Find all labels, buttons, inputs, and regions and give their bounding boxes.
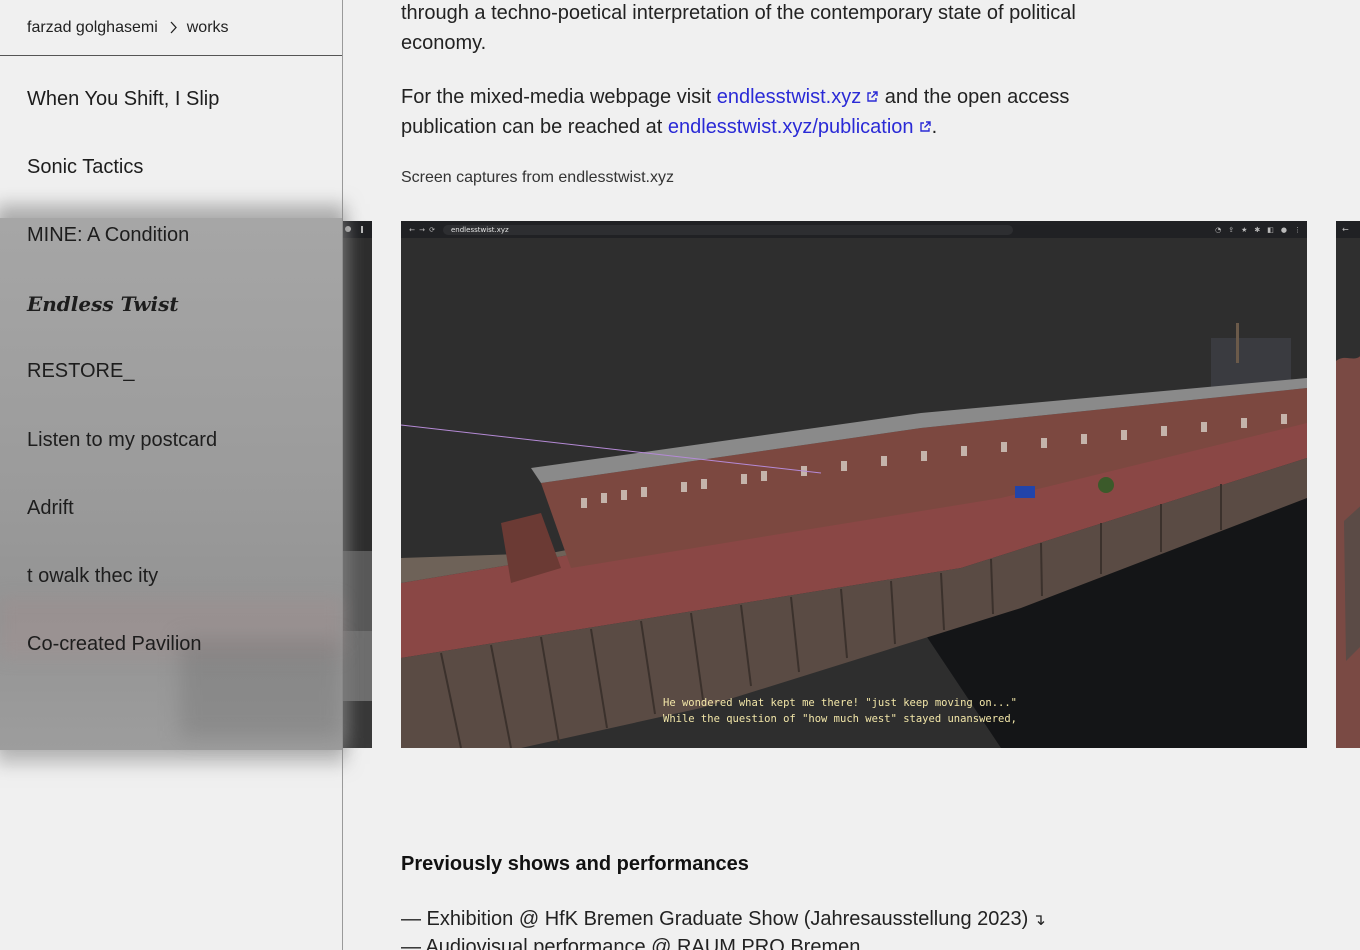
breadcrumb-works-link[interactable]: works: [187, 19, 229, 37]
carousel-caption: Screen captures from endlesstwist.xyz: [401, 169, 674, 186]
show-item-text: — Exhibition @ HfK Bremen Graduate Show …: [401, 908, 1029, 930]
next-slide[interactable]: ←: [1336, 221, 1360, 748]
screenshot-slide[interactable]: ← → ⟳ endlesstwist.xyz ◔ ⇪ ★ ✱ ◧ ● ⋮ He …: [401, 221, 1307, 748]
menu-dots-icon: ⋮: [1294, 225, 1301, 234]
publication-link[interactable]: endlesstwist.xyz/publication: [668, 116, 932, 138]
sidebar-item-sonic-tactics[interactable]: Sonic Tactics: [27, 156, 143, 179]
intro-paragraph: through a techno-poetical interpretation…: [401, 2, 1076, 54]
address-bar: endlesstwist.xyz: [443, 224, 1013, 235]
extension-icon: ◔: [1215, 225, 1222, 234]
subtitle-line-2: While the question of "how much west" st…: [663, 713, 1018, 725]
back-icon: ←: [409, 225, 415, 234]
reload-icon: ⟳: [429, 225, 435, 234]
previous-slide[interactable]: [343, 221, 372, 748]
sidebar-item-endless-twist[interactable]: Endless Twist: [27, 292, 179, 316]
previous-slide-image: [343, 221, 372, 748]
chevron-right-icon: [170, 21, 177, 34]
webpage-link-text: endlesstwist.xyz: [716, 86, 862, 108]
sidebar-item-postcard[interactable]: Listen to my postcard: [27, 429, 217, 452]
forward-icon: →: [419, 225, 425, 234]
sidebar-item-adrift[interactable]: Adrift: [27, 497, 74, 520]
show-item[interactable]: — Exhibition @ HfK Bremen Graduate Show …: [401, 908, 1046, 931]
main-content: through a techno-poetical interpretation…: [343, 0, 1360, 950]
next-slide-image: ←: [1336, 221, 1360, 748]
shows-heading: Previously shows and performances: [401, 853, 749, 875]
video-subtitles: He wondered what kept me there! "just ke…: [663, 695, 1063, 727]
webpage-link[interactable]: endlesstwist.xyz: [717, 86, 880, 108]
puzzle-icon: ✱: [1254, 225, 1261, 234]
publication-link-text: endlesstwist.xyz/publication: [667, 116, 914, 138]
subtitle-line-1: He wondered what kept me there! "just ke…: [663, 697, 1018, 709]
show-item-text: — Audiovisual performance @ RAUM PRO Bre…: [401, 936, 861, 950]
breadcrumb-home-link[interactable]: farzad golghasemi: [27, 19, 158, 37]
sidebar-item-when-you-shift[interactable]: When You Shift, I Slip: [27, 88, 219, 111]
sidebar-item-restore[interactable]: RESTORE_: [27, 360, 134, 383]
svg-text:←: ←: [1342, 225, 1349, 234]
show-item[interactable]: — Audiovisual performance @ RAUM PRO Bre…: [401, 936, 860, 950]
links-paragraph: For the mixed-media webpage visit endles…: [401, 82, 1091, 142]
warehouse-3d-scene-image: [401, 238, 1307, 748]
sidepanel-icon: ◧: [1267, 225, 1274, 234]
share-icon: ⇪: [1228, 225, 1235, 234]
browser-toolbar: ← → ⟳ endlesstwist.xyz ◔ ⇪ ★ ✱ ◧ ● ⋮: [401, 221, 1307, 238]
expand-arrow-icon[interactable]: ↴: [1032, 912, 1045, 929]
breadcrumb: farzad golghasemi works: [0, 0, 342, 56]
sidebar-item-pavilion[interactable]: Co-created Pavilion: [27, 633, 202, 656]
links-suffix: .: [931, 116, 938, 138]
external-link-icon: [867, 91, 878, 102]
works-sidebar: farzad golghasemi works When You Shift, …: [0, 0, 343, 950]
external-link-icon: [919, 121, 931, 132]
sidebar-item-mine[interactable]: MINE: A Condition: [27, 224, 189, 247]
sidebar-item-walk-the-city[interactable]: t owalk thec ity: [27, 565, 158, 588]
bookmark-star-icon: ★: [1241, 225, 1248, 234]
profile-icon: ●: [1280, 225, 1287, 234]
links-prefix: For the mixed-media webpage visit: [401, 86, 712, 108]
